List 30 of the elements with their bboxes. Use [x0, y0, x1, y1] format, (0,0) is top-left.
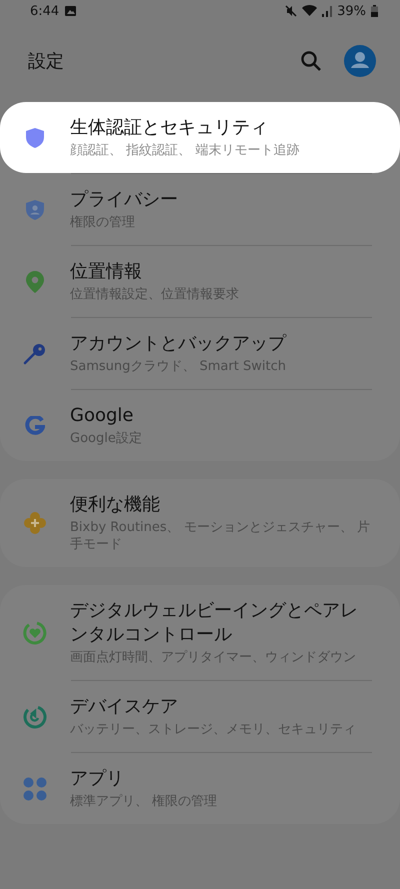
item-title: Google: [70, 404, 134, 428]
item-title: デバイスケア: [70, 695, 179, 719]
google-g-icon: [25, 416, 45, 436]
refresh-ring-icon: [23, 704, 47, 728]
location-pin-icon: [26, 270, 44, 292]
battery-text: 39%: [337, 4, 366, 18]
shield-icon: [26, 128, 44, 148]
signal-icon: [322, 6, 332, 16]
flower-plus-icon: [24, 512, 46, 534]
item-subtitle: 顔認証、 指紋認証、 端末リモート追跡: [70, 142, 300, 159]
search-button[interactable]: [300, 50, 322, 72]
mute-icon: [285, 5, 298, 17]
time-text: 6:44: [30, 4, 60, 18]
item-title: 生体認証とセキュリティ: [70, 116, 269, 140]
image-icon: [65, 6, 76, 16]
item-title: アカウントとバックアップ: [70, 332, 288, 356]
item-title: 便利な機能: [70, 493, 161, 517]
heart-ring-icon: [23, 620, 47, 644]
wifi-icon: [302, 5, 318, 17]
battery-icon: [371, 5, 378, 17]
item-title: アプリ: [70, 767, 125, 791]
shield-person-icon: [26, 200, 44, 220]
profile-avatar-button[interactable]: [344, 45, 376, 77]
key-icon: [23, 342, 47, 364]
apps-grid-icon: [23, 776, 47, 800]
settings-item[interactable]: 生体認証とセキュリティ 顔認証、 指紋認証、 端末リモート追跡: [0, 102, 400, 173]
item-title: 位置情報: [70, 260, 143, 284]
item-title: プライバシー: [70, 188, 179, 212]
item-title: デジタルウェルビーイングとペアレンタルコントロール: [70, 599, 359, 647]
page-title: 設定: [28, 50, 65, 73]
